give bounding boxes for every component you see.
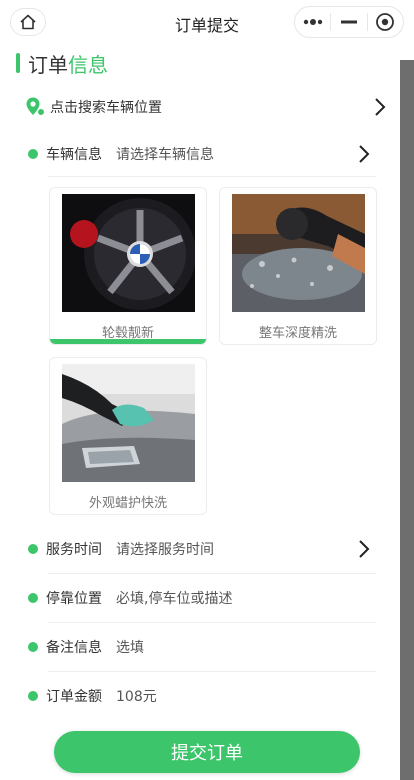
parking-row: 停靠位置 必填,停车位或描述 (16, 574, 390, 622)
divider (48, 176, 376, 177)
amount-row: 订单金额 108元 (16, 672, 390, 720)
note-row: 备注信息 选填 (16, 623, 390, 671)
vehicle-row[interactable]: 车辆信息 请选择车辆信息 (16, 132, 390, 176)
service-time-label: 服务时间 (46, 542, 102, 558)
service-time-row[interactable]: 服务时间 请选择服务时间 (16, 525, 390, 573)
wheel-image (62, 194, 195, 312)
parking-input[interactable]: 必填,停车位或描述 (116, 588, 232, 608)
chevron-right-icon (359, 145, 370, 163)
location-icon (26, 97, 46, 117)
section-title-highlight: 信息 (68, 52, 108, 77)
bullet-dot (28, 593, 38, 603)
chevron-right-icon (375, 98, 386, 116)
car-wash-image (232, 194, 365, 312)
car-wax-image (62, 364, 195, 482)
order-form: 订单 信息 点击搜索车辆位置 车辆信息 请选择车辆信息 轮毂靓新 整车深度精洗 … (16, 44, 390, 720)
bullet-dot (28, 642, 38, 652)
location-row[interactable]: 点击搜索车辆位置 (16, 82, 390, 132)
section-title: 订单 信息 (16, 44, 390, 82)
service-grid: 轮毂靓新 整车深度精洗 外观蜡护快洗 (49, 187, 379, 515)
close-button[interactable] (368, 7, 403, 37)
bullet-dot (28, 149, 38, 159)
note-input[interactable]: 选填 (116, 637, 144, 657)
section-title-prefix: 订单 (28, 52, 68, 77)
service-card[interactable]: 外观蜡护快洗 (49, 357, 207, 515)
amount-label: 订单金额 (46, 689, 102, 705)
close-icon (376, 13, 395, 31)
submit-order-button[interactable]: 提交订单 (54, 731, 360, 773)
minimize-button[interactable] (331, 7, 366, 37)
more-icon (303, 19, 322, 25)
location-label: 点击搜索车辆位置 (50, 100, 162, 116)
service-label: 外观蜡护快洗 (88, 496, 167, 511)
more-button[interactable] (295, 7, 330, 37)
scrollbar[interactable] (400, 60, 414, 780)
note-label: 备注信息 (46, 640, 102, 656)
title-accent-bar (16, 53, 20, 73)
service-card[interactable]: 整车深度精洗 (219, 187, 377, 345)
parking-label: 停靠位置 (46, 591, 102, 607)
selected-indicator (50, 339, 206, 344)
capsule-menu (294, 6, 404, 38)
minimize-icon (340, 20, 357, 24)
chevron-right-icon (359, 540, 370, 558)
service-card[interactable]: 轮毂靓新 (49, 187, 207, 345)
service-label: 整车深度精洗 (258, 326, 337, 341)
vehicle-label: 车辆信息 (46, 147, 102, 163)
top-bar: 订单提交 (0, 0, 414, 44)
amount-value: 108元 (116, 689, 157, 705)
bullet-dot (28, 691, 38, 701)
vehicle-value: 请选择车辆信息 (116, 147, 214, 163)
service-time-value: 请选择服务时间 (116, 542, 214, 558)
bullet-dot (28, 544, 38, 554)
